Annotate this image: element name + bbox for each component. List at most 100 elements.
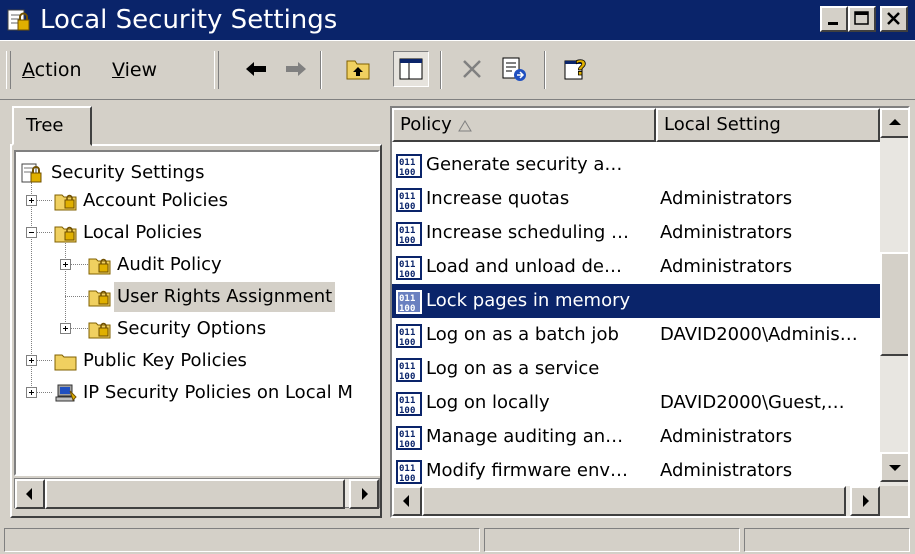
arrow-up-icon [889,119,901,125]
export-list-icon[interactable] [500,55,528,83]
tab-tree[interactable]: Tree [12,106,92,146]
svg-text:?: ? [575,56,587,80]
expand-plus-icon[interactable] [26,355,37,366]
list-item[interactable]: 01 10 1 0 Modify firmware env… Administrato… [392,454,882,486]
tree-item-label: IP Security Policies on Local M [83,382,353,403]
tree-item-public-key-policies[interactable]: Public Key Policies [54,346,374,376]
local-security-settings-window: Local Security Settings Action View ? Tr… [0,0,915,554]
tree-item-label: Account Policies [83,190,228,211]
tab-tree-label: Tree [26,115,64,136]
minimize-icon [828,22,838,25]
tree-connector [36,360,52,361]
local-setting-value: Administrators [660,460,793,481]
list-item[interactable]: 01 10 1 0 Manage auditing an… Administrator… [392,420,882,454]
scroll-left-button[interactable] [15,479,45,509]
help-icon[interactable]: ? [562,55,590,83]
sort-ascending-icon [458,120,472,132]
arrow-left-icon [26,488,32,500]
tree-item-security-options[interactable]: Security Options [88,314,378,344]
svg-text:0: 0 [410,168,415,178]
list-item[interactable]: 01 10 1 0 Increase scheduling … Administrat… [392,216,882,250]
column-header-policy[interactable]: Policy [392,108,656,142]
tree-item-audit-policy[interactable]: Audit Policy [88,250,378,280]
svg-text:10: 10 [399,270,410,280]
list-horizontal-scrollbar[interactable] [392,486,880,516]
tree-item-user-rights-assignment[interactable]: User Rights Assignment [88,282,378,312]
arrow-right-icon [863,495,869,507]
toolbar-separator [544,51,546,89]
scrollbar-corner [880,486,908,516]
list-item[interactable]: 01 10 1 0 Increase quotas Administrators [392,182,882,216]
expand-plus-icon[interactable] [26,387,37,398]
svg-text:1: 1 [410,396,415,406]
back-arrow-icon[interactable] [242,55,270,83]
menu-view[interactable]: View [112,59,157,81]
tree-item-security-settings[interactable]: Security Settings [16,158,376,188]
up-one-level-icon[interactable] [344,55,372,83]
folder-icon [54,354,77,371]
list-vertical-scrollbar[interactable] [880,108,908,486]
tree-connector [70,264,88,265]
tree-connector [65,240,66,330]
menu-action[interactable]: Action [22,59,82,81]
svg-text:0: 0 [410,304,415,314]
close-button[interactable] [880,6,908,32]
expand-plus-icon[interactable] [26,195,37,206]
status-bar [0,522,915,554]
svg-text:0: 0 [410,372,415,382]
policy-icon: 011010 [396,290,422,314]
expand-plus-icon[interactable] [60,259,71,270]
svg-text:0: 0 [410,440,415,450]
maximize-icon [854,11,869,25]
scroll-thumb[interactable] [45,479,345,509]
security-settings-icon [21,163,42,183]
scroll-up-button[interactable] [880,108,908,138]
list-item[interactable]: 01 10 1 0 Load and unload de… Administrator… [392,250,882,284]
tree-item-label: Audit Policy [117,254,222,275]
tree-connector [36,200,52,201]
delete-icon[interactable] [458,55,486,83]
scroll-right-button[interactable] [349,479,379,509]
list-item[interactable]: 01 10 1 0 Generate security a… [392,148,882,182]
forward-arrow-icon[interactable] [282,55,310,83]
status-panel [4,528,480,552]
ip-security-icon [55,384,77,402]
scroll-thumb[interactable] [880,252,908,356]
scroll-left-button[interactable] [392,486,422,516]
svg-text:10: 10 [399,372,410,382]
tree-item-local-policies[interactable]: Local Policies [54,218,374,248]
policy-list-view[interactable]: Policy Local Setting 01 10 1 0 Generate sec… [390,106,910,518]
policy-name: Load and unload de… [426,256,622,277]
show-hide-tree-button[interactable] [393,51,429,87]
svg-text:0: 0 [410,236,415,246]
minimize-button[interactable] [820,6,848,32]
maximize-button[interactable] [848,6,876,32]
scroll-thumb[interactable] [422,486,846,516]
policy-name: Generate security a… [426,154,623,175]
list-item-selected[interactable]: 01 10 1 0 Lock pages in memory [392,284,882,318]
toolbar-grip[interactable] [214,51,219,89]
column-header-local-setting[interactable]: Local Setting [656,108,880,142]
policy-name: Modify firmware env… [426,460,629,481]
toolbar-separator [320,51,322,89]
list-item[interactable]: 01 10 1 0 Log on as a batch job DAVID2000\A… [392,318,882,352]
menu-grip[interactable] [6,51,11,89]
policy-name: Log on as a batch job [426,324,619,345]
title-bar[interactable]: Local Security Settings [0,0,915,40]
svg-text:01: 01 [399,226,410,236]
scroll-right-button[interactable] [850,486,880,516]
svg-text:10: 10 [399,338,410,348]
list-item[interactable]: 01 10 1 0 Log on as a service [392,352,882,386]
tree-item-ip-security-policies[interactable]: IP Security Policies on Local M [54,378,378,408]
tree-view[interactable]: Security Settings Account Policies Local… [14,150,380,476]
tree-item-account-policies[interactable]: Account Policies [54,186,374,216]
scroll-down-button[interactable] [880,452,908,482]
expand-plus-icon[interactable] [60,323,71,334]
list-item[interactable]: 01 10 1 0 Log on locally DAVID2000\Guest,… [392,386,882,420]
svg-text:10: 10 [399,168,410,178]
collapse-minus-icon[interactable] [26,227,37,238]
policy-name: Increase scheduling … [426,222,630,243]
svg-text:10: 10 [399,236,410,246]
close-icon [887,12,900,25]
tree-horizontal-scrollbar[interactable] [14,478,380,509]
